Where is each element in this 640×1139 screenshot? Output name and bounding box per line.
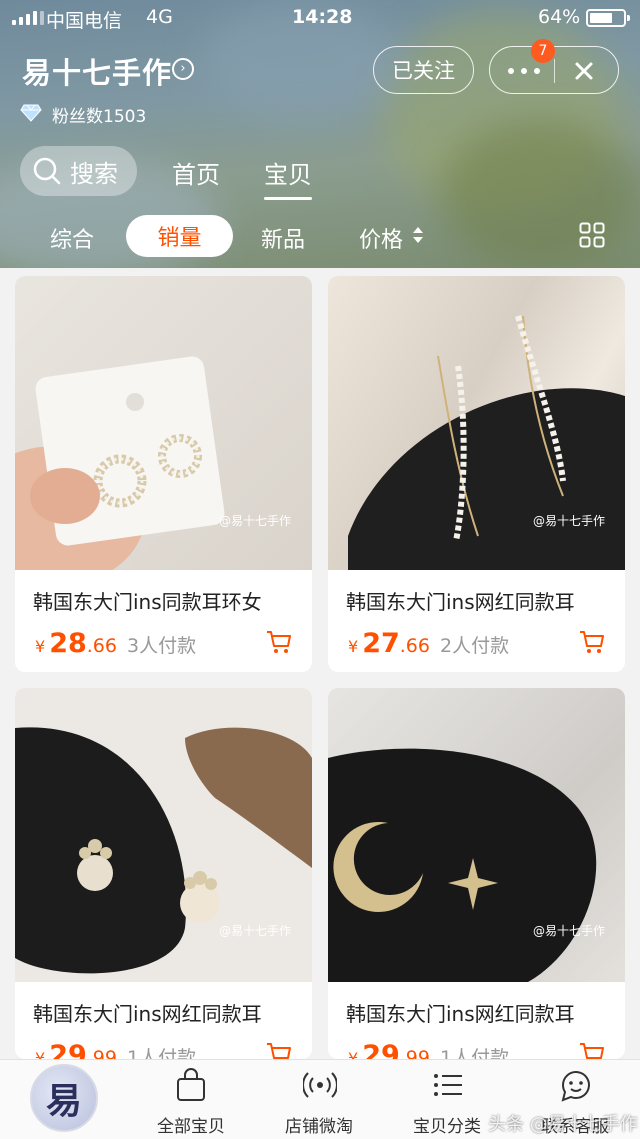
product-title[interactable]: 韩国东大门ins同款耳环女 [33, 586, 262, 615]
sort-sales[interactable]: 销量 [126, 215, 233, 257]
grid-view-icon[interactable] [579, 222, 605, 248]
currency-symbol: ¥ [35, 1049, 46, 1059]
pay-count: 1人付款 [439, 1047, 510, 1059]
diamond-icon [20, 104, 42, 122]
battery-percent: 64% [538, 6, 581, 28]
product-title[interactable]: 韩国东大门ins网红同款耳 [33, 998, 262, 1027]
currency-symbol: ¥ [348, 637, 359, 656]
follow-button[interactable]: 已关注 [373, 46, 474, 94]
shop-name[interactable]: 易十七手作 [22, 50, 172, 92]
price-decimal: .99 [86, 1047, 117, 1059]
chat-face-icon [561, 1071, 590, 1102]
pay-count: 1人付款 [126, 1047, 197, 1059]
product-image[interactable]: @易十七手作 [328, 276, 625, 570]
notification-badge: 7 [531, 39, 555, 63]
shopping-bag-icon [177, 1068, 205, 1101]
product-title[interactable]: 韩国东大门ins网红同款耳 [346, 998, 575, 1027]
carrier-name: 中国电信 [46, 10, 123, 32]
cart-icon[interactable] [266, 630, 292, 654]
product-image[interactable]: @易十七手作 [15, 276, 312, 570]
image-watermark: @易十七手作 [533, 514, 606, 528]
product-card[interactable]: @易十七手作 韩国东大门ins网红同款耳 ¥ 27 .66 2人付款 [328, 276, 625, 672]
search-button[interactable]: 搜索 [20, 146, 137, 196]
status-bar: 中国电信 4G 14:28 64% [0, 0, 640, 36]
image-watermark: @易十七手作 [219, 924, 292, 938]
pay-count: 3人付款 [126, 635, 197, 657]
currency-symbol: ¥ [35, 637, 46, 656]
signal-icon [12, 11, 44, 25]
sort-arrows-icon [413, 227, 423, 243]
price-integer: 27 [362, 628, 400, 659]
broadcast-icon [303, 1072, 337, 1098]
product-card[interactable]: @易十七手作 韩国东大门ins网红同款耳 ¥ 29 .99 1人付款 [15, 688, 312, 1059]
price-decimal: .99 [399, 1047, 430, 1059]
tab-weitao-label: 店铺微淘 [285, 1117, 353, 1137]
page-watermark: 头条 @易十七手作 [488, 1114, 638, 1135]
product-image[interactable]: @易十七手作 [328, 688, 625, 982]
tab-items[interactable]: 宝贝 [264, 155, 312, 200]
price-row: ¥ 27 .66 2人付款 [348, 628, 509, 659]
battery-icon [586, 9, 630, 27]
cart-icon[interactable] [579, 630, 605, 654]
sort-new[interactable]: 新品 [261, 222, 305, 254]
pay-count: 2人付款 [439, 635, 510, 657]
price-row: ¥ 28 .66 3人付款 [35, 628, 196, 659]
image-watermark: @易十七手作 [219, 514, 292, 528]
cart-icon[interactable] [266, 1042, 292, 1059]
price-integer: 29 [362, 1040, 400, 1059]
price-row: ¥ 29 .99 1人付款 [348, 1040, 509, 1059]
price-integer: 28 [49, 628, 87, 659]
currency-symbol: ¥ [348, 1049, 359, 1059]
shop-logo[interactable]: 易 [30, 1064, 98, 1132]
chevron-right-icon[interactable]: › [172, 58, 194, 80]
cart-icon[interactable] [579, 1042, 605, 1059]
more-icon[interactable] [508, 59, 540, 83]
price-row: ¥ 29 .99 1人付款 [35, 1040, 196, 1059]
capsule-menu: 7 [489, 39, 619, 94]
network-type: 4G [146, 6, 173, 28]
clock: 14:28 [292, 6, 353, 28]
divider [554, 59, 555, 83]
product-card[interactable]: @易十七手作 韩国东大门ins网红同款耳 ¥ 29 .99 1人付款 [328, 688, 625, 1059]
image-watermark: @易十七手作 [533, 924, 606, 938]
product-card[interactable]: @易十七手作 韩国东大门ins同款耳环女 ¥ 28 .66 3人付款 [15, 276, 312, 672]
sort-price[interactable]: 价格 [359, 222, 403, 254]
fans-count: 粉丝数1503 [52, 107, 147, 127]
product-title[interactable]: 韩国东大门ins网红同款耳 [346, 586, 575, 615]
tab-all-items-label: 全部宝贝 [157, 1117, 225, 1137]
product-image[interactable]: @易十七手作 [15, 688, 312, 982]
price-integer: 29 [49, 1040, 87, 1059]
tab-all-items[interactable]: 全部宝贝 [131, 1060, 251, 1139]
search-label: 搜索 [70, 159, 118, 188]
tab-weitao[interactable]: 店铺微淘 [259, 1060, 379, 1139]
sort-overall[interactable]: 综合 [50, 222, 94, 254]
list-icon [434, 1074, 462, 1096]
search-icon [33, 157, 61, 185]
price-decimal: .66 [399, 635, 430, 657]
tab-home[interactable]: 首页 [172, 155, 220, 190]
close-icon[interactable] [570, 57, 598, 85]
price-decimal: .66 [86, 635, 117, 657]
